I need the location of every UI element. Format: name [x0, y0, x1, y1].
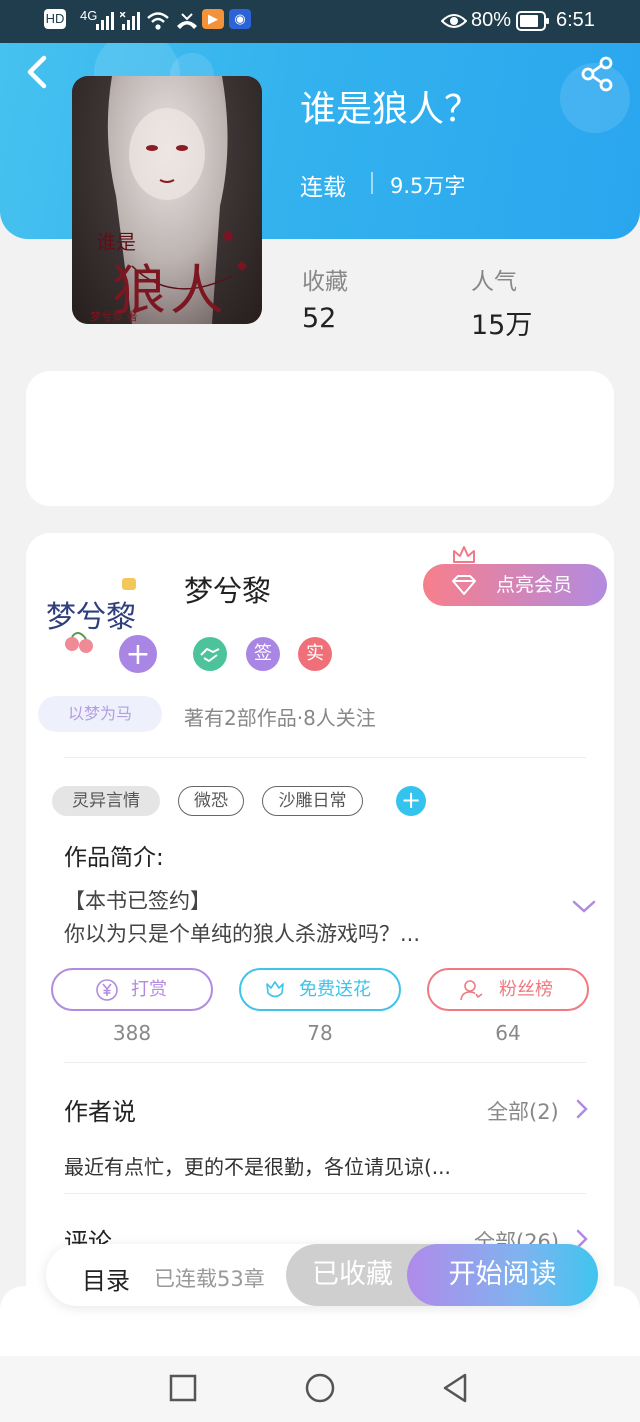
battery-percent: 80%	[471, 9, 512, 31]
divider	[371, 172, 373, 194]
eye-icon	[441, 14, 467, 28]
bulb-app-icon: ◉	[229, 9, 251, 29]
divider	[64, 1193, 586, 1194]
signal-icon	[96, 12, 114, 30]
divider	[64, 1062, 586, 1063]
popularity-count: 15万	[471, 310, 533, 341]
play-app-icon: ▶	[202, 9, 224, 29]
favorites-label: 收藏	[302, 269, 348, 295]
table-of-contents-button[interactable]: 目录	[82, 1261, 130, 1296]
intro-line: 你以为只是个单纯的狼人杀游戏吗？...	[64, 922, 421, 946]
battery-icon	[516, 11, 549, 31]
network-type: 4G	[80, 8, 98, 23]
tag-chip[interactable]: 沙雕日常	[262, 786, 363, 816]
yuan-icon	[96, 979, 118, 1001]
chevron-down-icon[interactable]	[572, 899, 596, 915]
missed-call-icon	[177, 13, 197, 29]
status-bar: HD 4G ▶ ◉ 80% 6:51	[0, 0, 640, 43]
author-meta: 著有2部作品·8人关注	[184, 706, 376, 730]
book-cover[interactable]: 谁是 狼人 梦兮黎 著	[72, 76, 262, 324]
chapter-count[interactable]: 已连载53章	[154, 1263, 265, 1293]
diamond-icon	[452, 575, 476, 595]
clock: 6:51	[556, 9, 595, 31]
avatar-text: 梦兮黎	[46, 600, 136, 635]
send-flower-label: 免费送花	[299, 979, 371, 1000]
author-name[interactable]: 梦兮黎	[184, 568, 271, 610]
placeholder-card	[26, 371, 614, 506]
author-say-more[interactable]: 全部(2)	[487, 1096, 559, 1126]
author-say-heading: 作者说	[64, 1098, 136, 1126]
flower-count: 78	[307, 1021, 333, 1045]
hd-icon: HD	[44, 9, 66, 29]
handshake-badge	[193, 637, 227, 671]
tip-button[interactable]: 打赏	[51, 968, 213, 1011]
vip-button-label: 点亮会员	[496, 574, 573, 596]
back-icon[interactable]	[20, 52, 54, 92]
book-title: 谁是狼人？	[300, 89, 481, 130]
fan-count: 64	[495, 1021, 521, 1045]
start-reading-button[interactable]: 开始阅读	[407, 1244, 598, 1306]
follow-author-button[interactable]: +	[117, 633, 159, 675]
user-icon	[460, 980, 483, 1001]
tag-chip[interactable]: 微恐	[178, 786, 244, 816]
chevron-right-icon[interactable]	[575, 1099, 589, 1119]
intro-line: 【本书已签约】	[64, 889, 211, 913]
intro-heading: 作品简介:	[64, 845, 164, 871]
add-tag-button[interactable]: +	[396, 786, 426, 816]
popularity-label: 人气	[471, 269, 517, 295]
verified-badge: 实	[298, 637, 332, 671]
fan-ranking-label: 粉丝榜	[499, 979, 553, 1000]
crown-icon	[453, 546, 475, 563]
book-status: 连载	[300, 175, 346, 201]
start-reading-label: 开始阅读	[448, 1259, 557, 1290]
signal-x-icon	[120, 12, 140, 30]
sign-badge: 签	[246, 637, 280, 671]
word-count: 9.5万字	[390, 174, 466, 198]
fan-ranking-button[interactable]: 粉丝榜	[427, 968, 589, 1011]
favorites-count: 52	[302, 303, 337, 334]
tip-label: 打赏	[131, 979, 167, 1000]
divider	[64, 757, 586, 758]
tip-count: 388	[112, 1021, 152, 1045]
avatar-tag: 以梦为马	[38, 696, 162, 732]
share-icon[interactable]	[580, 56, 616, 92]
handshake-icon	[200, 648, 220, 662]
cover-author: 梦兮黎 著	[90, 310, 138, 323]
tag-chip[interactable]: 灵异言情	[52, 786, 160, 816]
system-nav-bar	[0, 1356, 640, 1422]
send-flower-button[interactable]: 免费送花	[239, 968, 401, 1011]
flower-icon	[266, 981, 284, 998]
collected-label: 已收藏	[312, 1259, 393, 1290]
wifi-icon	[147, 12, 169, 30]
back-nav-icon[interactable]	[440, 1372, 472, 1404]
recent-apps-icon[interactable]	[167, 1372, 199, 1404]
author-say-text[interactable]: 最近有点忙，更的不是很勤，各位请见谅(...	[64, 1151, 451, 1180]
home-icon[interactable]	[304, 1372, 336, 1404]
